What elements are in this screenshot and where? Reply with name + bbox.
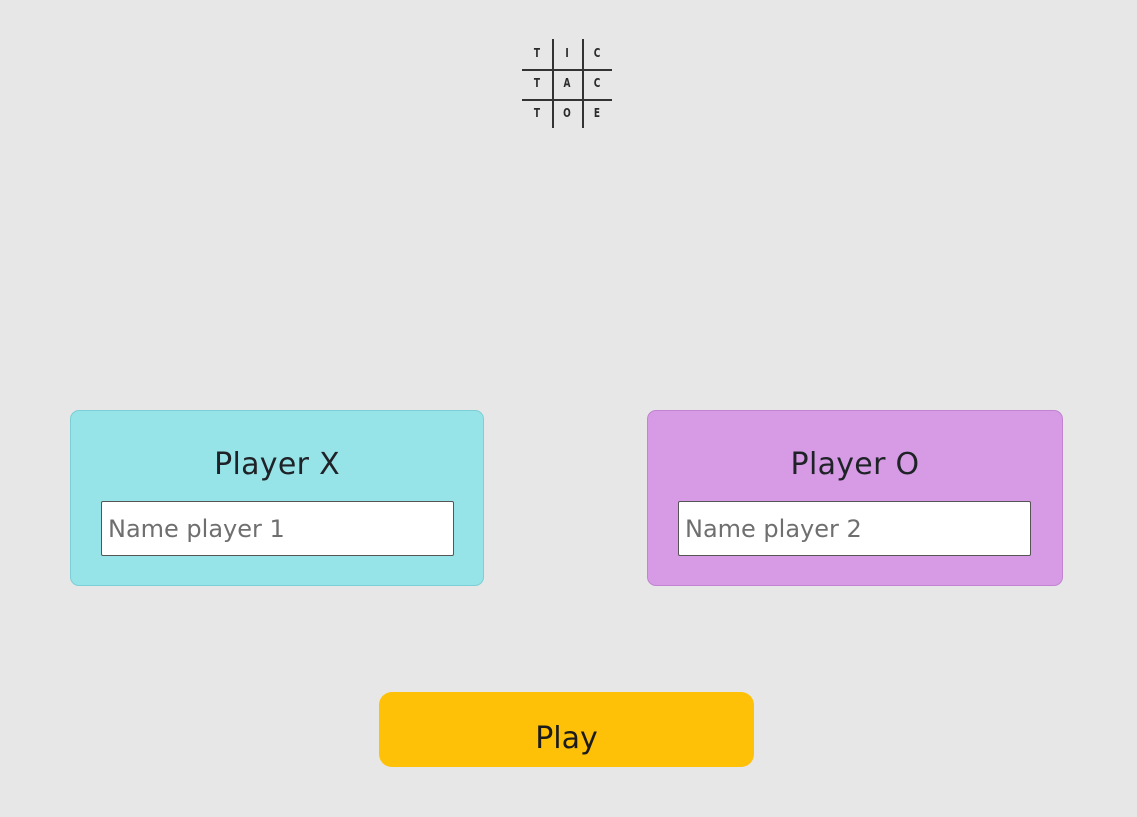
logo-grid: T I C T A C T O E	[522, 39, 612, 128]
play-button[interactable]: Play	[379, 692, 754, 767]
logo-grid-line	[522, 99, 612, 101]
logo-letter: I	[565, 46, 569, 60]
logo-letter: C	[593, 46, 601, 60]
logo-letter: E	[593, 105, 601, 120]
logo-letter: T	[533, 105, 541, 120]
logo-letter: O	[563, 105, 571, 120]
logo-grid-line	[552, 39, 554, 128]
logo-letter: A	[563, 76, 571, 90]
player-1-name-input[interactable]	[101, 501, 454, 556]
logo-grid-line	[582, 39, 584, 128]
logo-letter: T	[533, 46, 541, 60]
logo-letter: T	[533, 76, 541, 90]
logo-grid-line	[522, 69, 612, 71]
player-o-title: Player O	[790, 447, 920, 482]
player-2-name-input[interactable]	[678, 501, 1031, 556]
player-x-card: Player X	[70, 410, 484, 586]
tic-tac-toe-logo: T I C T A C T O E	[522, 39, 612, 128]
logo-letter: C	[593, 76, 601, 90]
player-x-title: Player X	[214, 447, 340, 482]
player-o-card: Player O	[647, 410, 1063, 586]
